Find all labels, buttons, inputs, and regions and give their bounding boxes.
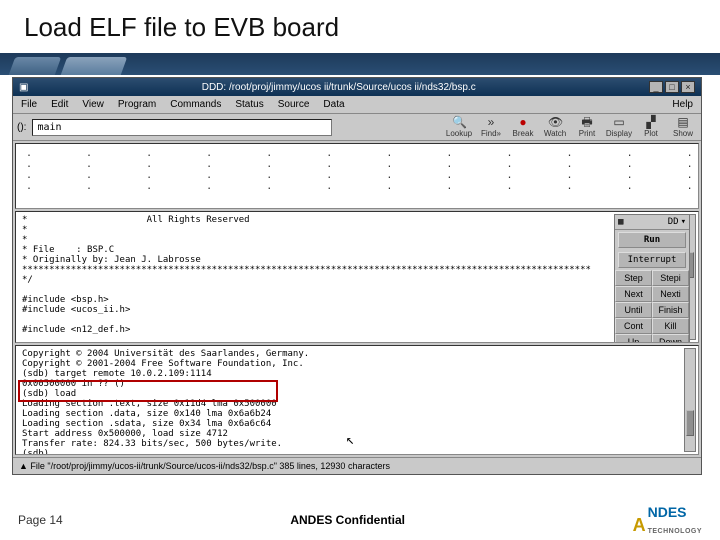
- kill-button[interactable]: Kill: [652, 318, 689, 334]
- step-button[interactable]: Step: [615, 270, 652, 286]
- find-icon: »: [484, 116, 498, 128]
- toolbar-label: Display: [606, 129, 632, 138]
- toolbar-label: Plot: [644, 129, 658, 138]
- break-button[interactable]: ●Break: [509, 116, 537, 138]
- footer-confidential: ANDES Confidential: [63, 513, 633, 527]
- interrupt-button[interactable]: Interrupt: [618, 252, 686, 268]
- show-button[interactable]: ▤Show: [669, 116, 697, 138]
- source-window[interactable]: * All Rights Reserved * * * File : BSP.C…: [15, 211, 699, 343]
- console-text: Copyright © 2004 Universität des Saarlan…: [22, 349, 692, 455]
- lookup-icon: 🔍: [452, 116, 466, 128]
- menu-file[interactable]: File: [21, 99, 37, 110]
- command-tool-panel: ▦ DD ▾ Run Interrupt StepStepiNextNextiU…: [614, 214, 690, 343]
- panel-menu-icon[interactable]: ▾: [681, 217, 686, 227]
- cursor-icon: ↖: [346, 432, 354, 448]
- next-button[interactable]: Next: [615, 286, 652, 302]
- print-icon: 🖶: [580, 116, 594, 128]
- highlight-box: [18, 380, 278, 402]
- display-button[interactable]: ▭Display: [605, 116, 633, 138]
- app-icon: ▣: [19, 82, 28, 93]
- break-icon: ●: [516, 116, 530, 128]
- panel-grip-icon[interactable]: ▦: [618, 217, 623, 227]
- run-button[interactable]: Run: [618, 232, 686, 248]
- slide-title: Load ELF file to EVB board: [0, 0, 720, 53]
- window-title: DDD: /root/proj/jimmy/ucos ii/trunk/Sour…: [34, 82, 643, 93]
- data-window[interactable]: . . . . . . . . . . . . . . . . . . . . …: [15, 143, 699, 209]
- menu-status[interactable]: Status: [235, 99, 263, 110]
- plot-icon: ▞: [644, 116, 658, 128]
- decor-tab: [9, 57, 62, 75]
- page-number: Page 14: [18, 513, 63, 527]
- ddd-titlebar: ▣ DDD: /root/proj/jimmy/ucos ii/trunk/So…: [13, 78, 701, 96]
- plot-button[interactable]: ▞Plot: [637, 116, 665, 138]
- andes-logo: A NDES TECHNOLOGY: [633, 504, 702, 536]
- menu-view[interactable]: View: [82, 99, 104, 110]
- panel-dd-label: DD: [668, 217, 679, 227]
- argument-label: ():: [17, 122, 26, 133]
- nexti-button[interactable]: Nexti: [652, 286, 689, 302]
- watch-button[interactable]: 👁Watch: [541, 116, 569, 138]
- window-buttons: _ □ ×: [649, 81, 695, 93]
- menu-edit[interactable]: Edit: [51, 99, 68, 110]
- up-button[interactable]: Up: [615, 334, 652, 343]
- toolbar-label: Watch: [544, 129, 566, 138]
- cont-button[interactable]: Cont: [615, 318, 652, 334]
- toolbar-label: Show: [673, 129, 693, 138]
- menu-data[interactable]: Data: [323, 99, 344, 110]
- menu-source[interactable]: Source: [278, 99, 310, 110]
- status-bar: ▲ File "/root/proj/jimmy/ucos-ii/trunk/S…: [13, 457, 701, 474]
- ddd-window: ▣ DDD: /root/proj/jimmy/ucos ii/trunk/So…: [12, 77, 702, 475]
- until-button[interactable]: Until: [615, 302, 652, 318]
- debugger-console[interactable]: Copyright © 2004 Universität des Saarlan…: [15, 345, 699, 455]
- logo-subtext: TECHNOLOGY: [648, 528, 702, 535]
- toolbar-icons: 🔍Lookup »Find» ●Break 👁Watch 🖶Print ▭Dis…: [445, 116, 697, 138]
- down-button[interactable]: Down: [652, 334, 689, 343]
- menubar: File Edit View Program Commands Status S…: [13, 96, 701, 114]
- console-scrollbar[interactable]: [684, 348, 696, 452]
- source-text: * All Rights Reserved * * * File : BSP.C…: [22, 215, 692, 343]
- logo-a-icon: A: [633, 515, 646, 536]
- finish-button[interactable]: Finish: [652, 302, 689, 318]
- toolbar-label: Break: [513, 129, 534, 138]
- menu-help[interactable]: Help: [672, 99, 693, 110]
- display-icon: ▭: [612, 116, 626, 128]
- find-button[interactable]: »Find»: [477, 116, 505, 138]
- lookup-button[interactable]: 🔍Lookup: [445, 116, 473, 138]
- slide-footer: Page 14 ANDES Confidential A NDES TECHNO…: [0, 504, 720, 536]
- stepi-button[interactable]: Stepi: [652, 270, 689, 286]
- decor-tab: [61, 57, 128, 75]
- logo-text: NDES: [648, 504, 687, 520]
- watch-icon: 👁: [548, 116, 562, 128]
- menu-program[interactable]: Program: [118, 99, 156, 110]
- argument-input[interactable]: [32, 119, 332, 136]
- print-button[interactable]: 🖶Print: [573, 116, 601, 138]
- menu-commands[interactable]: Commands: [170, 99, 221, 110]
- toolbar: (): 🔍Lookup »Find» ●Break 👁Watch 🖶Print …: [13, 114, 701, 141]
- scroll-thumb[interactable]: [686, 410, 694, 436]
- show-icon: ▤: [676, 116, 690, 128]
- toolbar-label: Lookup: [446, 129, 472, 138]
- toolbar-label: Print: [579, 129, 595, 138]
- slide-header-bar: [0, 53, 720, 75]
- close-button[interactable]: ×: [681, 81, 695, 93]
- maximize-button[interactable]: □: [665, 81, 679, 93]
- minimize-button[interactable]: _: [649, 81, 663, 93]
- toolbar-label: Find»: [481, 129, 501, 138]
